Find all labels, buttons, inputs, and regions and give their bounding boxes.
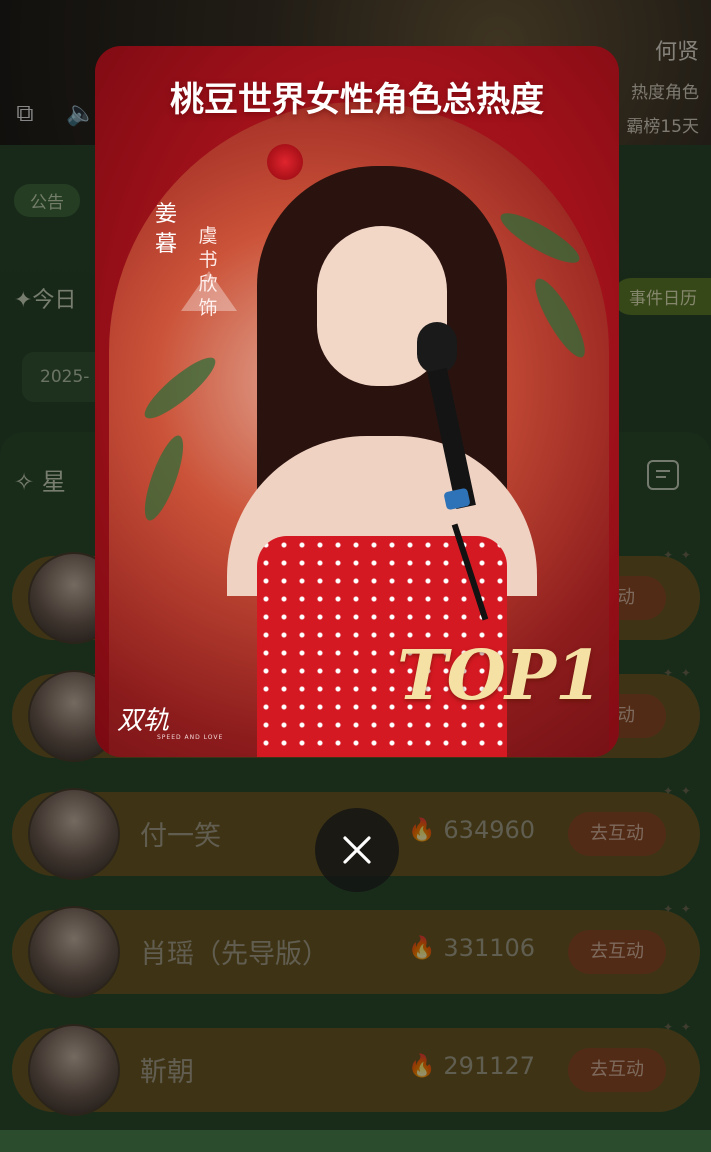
poster-title: 桃豆世界女性角色总热度 <box>170 80 544 120</box>
rose-hairpin <box>267 144 303 180</box>
rank-badge: TOP1 <box>397 636 602 716</box>
close-button[interactable] <box>315 808 399 892</box>
drama-logo: 双轨 <box>117 706 170 736</box>
triangle-decoration <box>181 271 237 311</box>
close-icon <box>343 836 371 864</box>
microphone <box>417 322 489 621</box>
ranking-poster: 桃豆世界女性角色总热度 姜暮 虞书欣饰 TOP1 双轨 SPEED AND LO… <box>95 46 619 757</box>
drama-logo-subtitle: SPEED AND LOVE <box>157 734 224 741</box>
role-name: 姜暮 <box>154 202 177 257</box>
